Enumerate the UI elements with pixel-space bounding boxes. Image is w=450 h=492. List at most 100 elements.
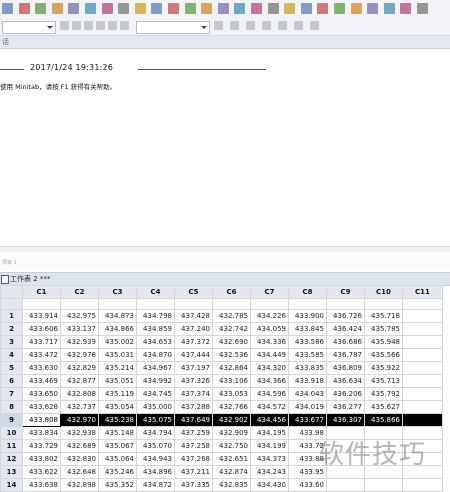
data-cell[interactable]: 433.106 <box>212 374 251 388</box>
data-cell[interactable]: 436.686 <box>326 335 365 349</box>
paste-icon[interactable] <box>51 3 63 14</box>
row-header[interactable]: 6 <box>0 374 23 388</box>
data-cell[interactable]: 432.829 <box>60 361 99 375</box>
data-cell[interactable]: 432.742 <box>212 322 251 336</box>
clear-icon[interactable] <box>120 21 129 30</box>
data-cell[interactable]: 437.288 <box>174 400 213 414</box>
column-header-c7[interactable]: C7 <box>250 285 289 299</box>
data-cell[interactable]: 433.834 <box>22 426 61 440</box>
column-name-cell[interactable] <box>402 298 443 310</box>
data-cell[interactable]: 433.628 <box>22 400 61 414</box>
lines-icon[interactable] <box>417 3 428 14</box>
data-cell[interactable]: 435.948 <box>364 335 403 349</box>
column-name-cell[interactable] <box>212 298 251 310</box>
data-cell[interactable]: 436.809 <box>326 361 365 375</box>
data-cell[interactable]: 432.970 <box>60 413 99 427</box>
data-cell[interactable]: 434.572 <box>250 400 289 414</box>
column-name-cell[interactable] <box>250 298 289 310</box>
data-cell[interactable]: 433.053 <box>212 387 251 401</box>
data-cell[interactable] <box>402 335 443 349</box>
data-cell[interactable]: 432.690 <box>212 335 251 349</box>
data-cell[interactable]: 432.830 <box>60 452 99 466</box>
row-header[interactable]: 13 <box>0 465 23 479</box>
row-header[interactable]: 5 <box>0 361 23 375</box>
arrow-icon[interactable] <box>108 21 117 30</box>
data-cell[interactable]: 433.729 <box>22 439 61 453</box>
brush-icon[interactable] <box>334 3 345 14</box>
redo-icon[interactable] <box>85 3 96 14</box>
pen-icon[interactable] <box>84 21 93 30</box>
data-cell[interactable]: 436.206 <box>326 387 365 401</box>
data-cell[interactable] <box>326 478 365 492</box>
data-cell[interactable]: 432.909 <box>212 426 251 440</box>
data-cell[interactable]: 434.373 <box>250 452 289 466</box>
data-cell[interactable]: 432.651 <box>212 452 251 466</box>
data-cell[interactable]: 435.785 <box>364 322 403 336</box>
plus-icon[interactable] <box>96 21 105 30</box>
layout-icon[interactable] <box>317 3 329 14</box>
help-icon[interactable] <box>184 3 196 14</box>
name-row-header[interactable] <box>0 298 23 310</box>
worksheet-icon[interactable] <box>201 3 213 14</box>
data-cell[interactable]: 434.943 <box>136 452 175 466</box>
data-cell[interactable]: 432.902 <box>212 413 251 427</box>
column-header-c6[interactable]: C6 <box>212 285 251 299</box>
data-cell[interactable]: 432.750 <box>212 439 251 453</box>
cut-icon[interactable] <box>18 3 30 14</box>
report-icon[interactable] <box>267 3 279 14</box>
data-cell[interactable]: 432.648 <box>60 465 99 479</box>
data-cell[interactable]: 435.000 <box>136 400 175 414</box>
data-cell[interactable]: 434.873 <box>98 309 137 323</box>
data-cell[interactable]: 436.787 <box>326 348 365 362</box>
column-name-cell[interactable] <box>364 298 403 310</box>
data-cell[interactable]: 433.835 <box>288 361 327 375</box>
data-cell[interactable]: 434.320 <box>250 361 289 375</box>
column-name-cell[interactable] <box>174 298 213 310</box>
data-cell[interactable]: 435.070 <box>136 439 175 453</box>
set-icon[interactable] <box>367 3 379 14</box>
data-cell[interactable]: 434.596 <box>250 387 289 401</box>
data-cell[interactable]: 432.689 <box>60 439 99 453</box>
data-cell[interactable]: 432.766 <box>212 400 251 414</box>
data-cell[interactable]: 435.031 <box>98 348 137 362</box>
column-name-cell[interactable] <box>60 298 99 310</box>
row-header[interactable]: 8 <box>0 400 23 414</box>
column-header-c9[interactable]: C9 <box>326 285 365 299</box>
select-icon[interactable] <box>214 21 223 30</box>
data-cell[interactable]: 434.243 <box>250 465 289 479</box>
line-icon[interactable] <box>400 3 412 14</box>
data-cell[interactable]: 437.374 <box>174 387 213 401</box>
table-row[interactable]: 8 433.628 432.737 435.054 435.000 437.288 432.… <box>0 400 443 414</box>
data-cell[interactable]: 437.372 <box>174 335 213 349</box>
print-icon[interactable] <box>2 3 13 14</box>
column-header-c8[interactable]: C8 <box>288 285 327 299</box>
data-cell[interactable]: 436.307 <box>326 413 365 427</box>
data-cell[interactable]: 433.638 <box>22 478 61 492</box>
info-icon[interactable] <box>234 3 246 14</box>
data-cell[interactable] <box>402 400 443 414</box>
undo-icon[interactable] <box>68 3 80 14</box>
data-cell[interactable]: 435.246 <box>98 465 137 479</box>
column-name-cell[interactable] <box>98 298 137 310</box>
data-cell[interactable]: 433.918 <box>288 374 327 388</box>
ellipse-icon[interactable] <box>278 21 287 30</box>
row-header[interactable]: 1 <box>0 309 23 323</box>
data-cell[interactable]: 434.859 <box>136 322 175 336</box>
data-cell[interactable] <box>364 478 403 492</box>
data-cell[interactable]: 433.650 <box>22 387 61 401</box>
data-cell[interactable]: 437.649 <box>174 413 213 427</box>
edit-icon[interactable] <box>60 21 69 30</box>
table-row[interactable]: 6 433.469 432.877 435.051 434.992 437.326 433.… <box>0 374 443 388</box>
data-cell[interactable]: 433.622 <box>22 465 61 479</box>
data-cell[interactable]: 435.051 <box>98 374 137 388</box>
data-cell[interactable]: 434.199 <box>250 439 289 453</box>
data-cell[interactable] <box>402 374 443 388</box>
row-header[interactable]: 14 <box>0 478 23 492</box>
table-row[interactable]: 1 433.914 432.975 434.873 434.798 437.428 432.… <box>0 309 443 323</box>
data-cell[interactable]: 433.137 <box>60 322 99 336</box>
data-cell[interactable]: 435.214 <box>98 361 137 375</box>
data-cell[interactable] <box>402 309 443 323</box>
data-cell[interactable]: 437.211 <box>174 465 213 479</box>
data-cell[interactable]: 435.054 <box>98 400 137 414</box>
column-header-c4[interactable]: C4 <box>136 285 175 299</box>
